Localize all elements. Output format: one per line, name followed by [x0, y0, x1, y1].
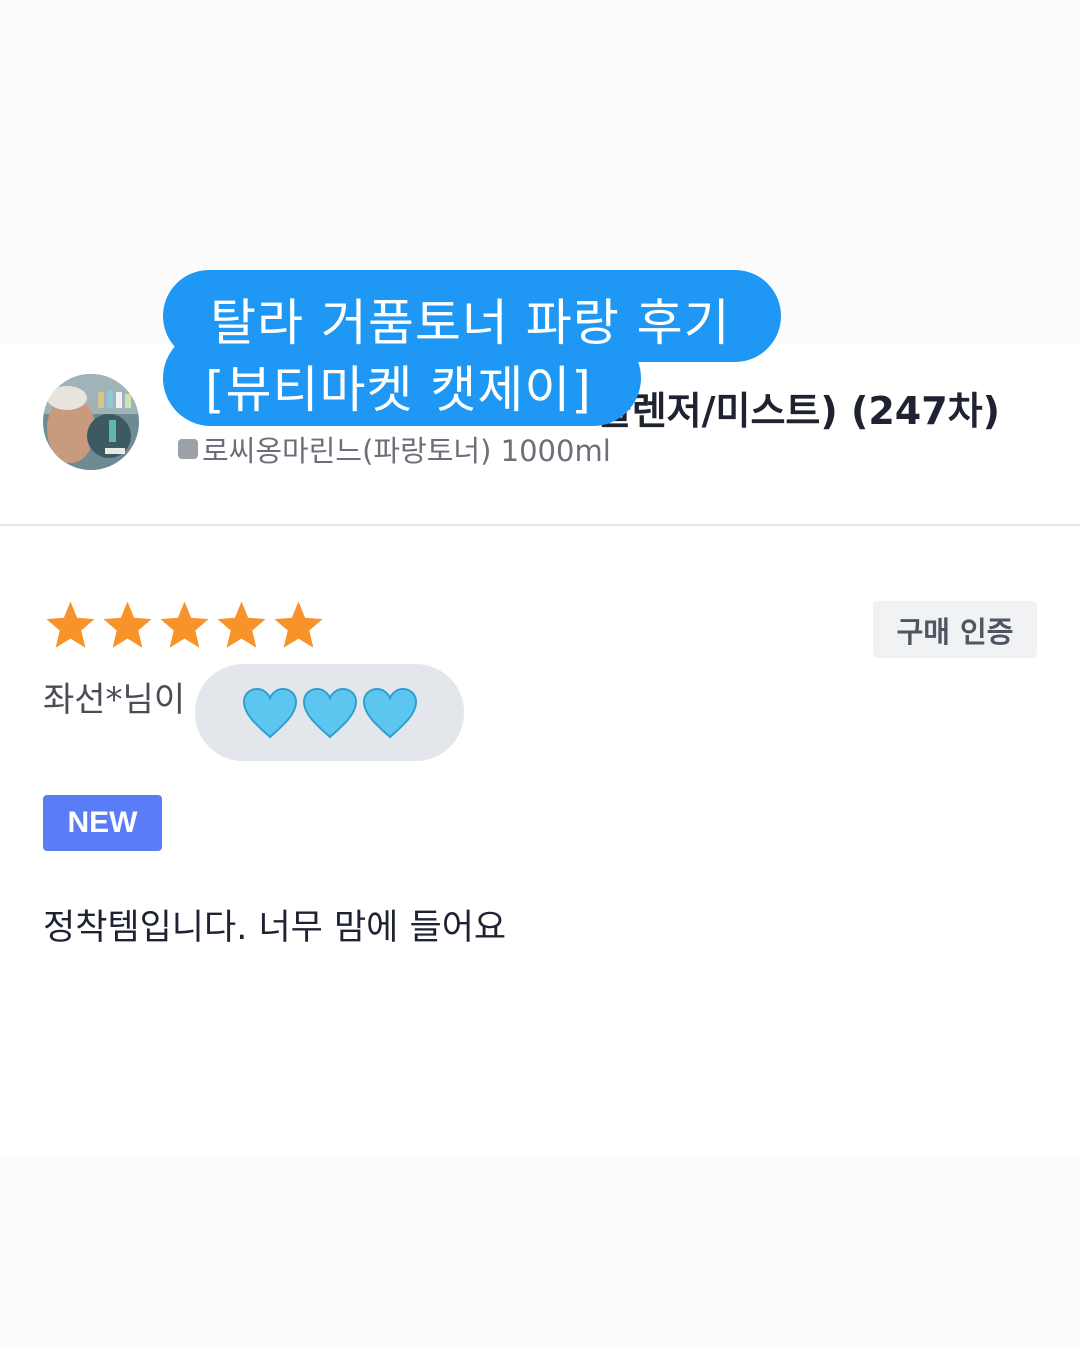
- review-text: 정착템입니다. 너무 맘에 들어요: [43, 908, 507, 948]
- new-badge: NEW: [43, 795, 162, 851]
- star-icon: [46, 601, 95, 648]
- product-option-text: 로씨옹마린느(파랑토너) 1000ml: [202, 434, 611, 468]
- blue-heart-icon: [362, 687, 417, 738]
- blue-heart-icon: [242, 687, 297, 738]
- product-image-icon: [43, 374, 139, 470]
- purchase-verified-badge: 구매 인증: [873, 601, 1037, 658]
- star-icon: [103, 601, 152, 648]
- overlay-title: 탈라 거품토너 파랑 후기: [210, 294, 731, 352]
- star-rating: [43, 598, 326, 653]
- blue-heart-icon: [302, 687, 357, 738]
- hearts-bubble: [195, 664, 464, 761]
- star-icon: [160, 601, 209, 648]
- divider: [0, 524, 1080, 526]
- overlay-subtitle: [뷰티마켓 캣제이]: [205, 361, 592, 419]
- star-icon: [274, 601, 323, 648]
- star-icon: [217, 601, 266, 648]
- product-thumbnail[interactable]: [43, 374, 139, 470]
- reviewer-name: 좌선*님이: [43, 680, 186, 720]
- option-square-icon: [178, 439, 198, 459]
- product-option: 로씨옹마린느(파랑토너) 1000ml: [178, 428, 611, 470]
